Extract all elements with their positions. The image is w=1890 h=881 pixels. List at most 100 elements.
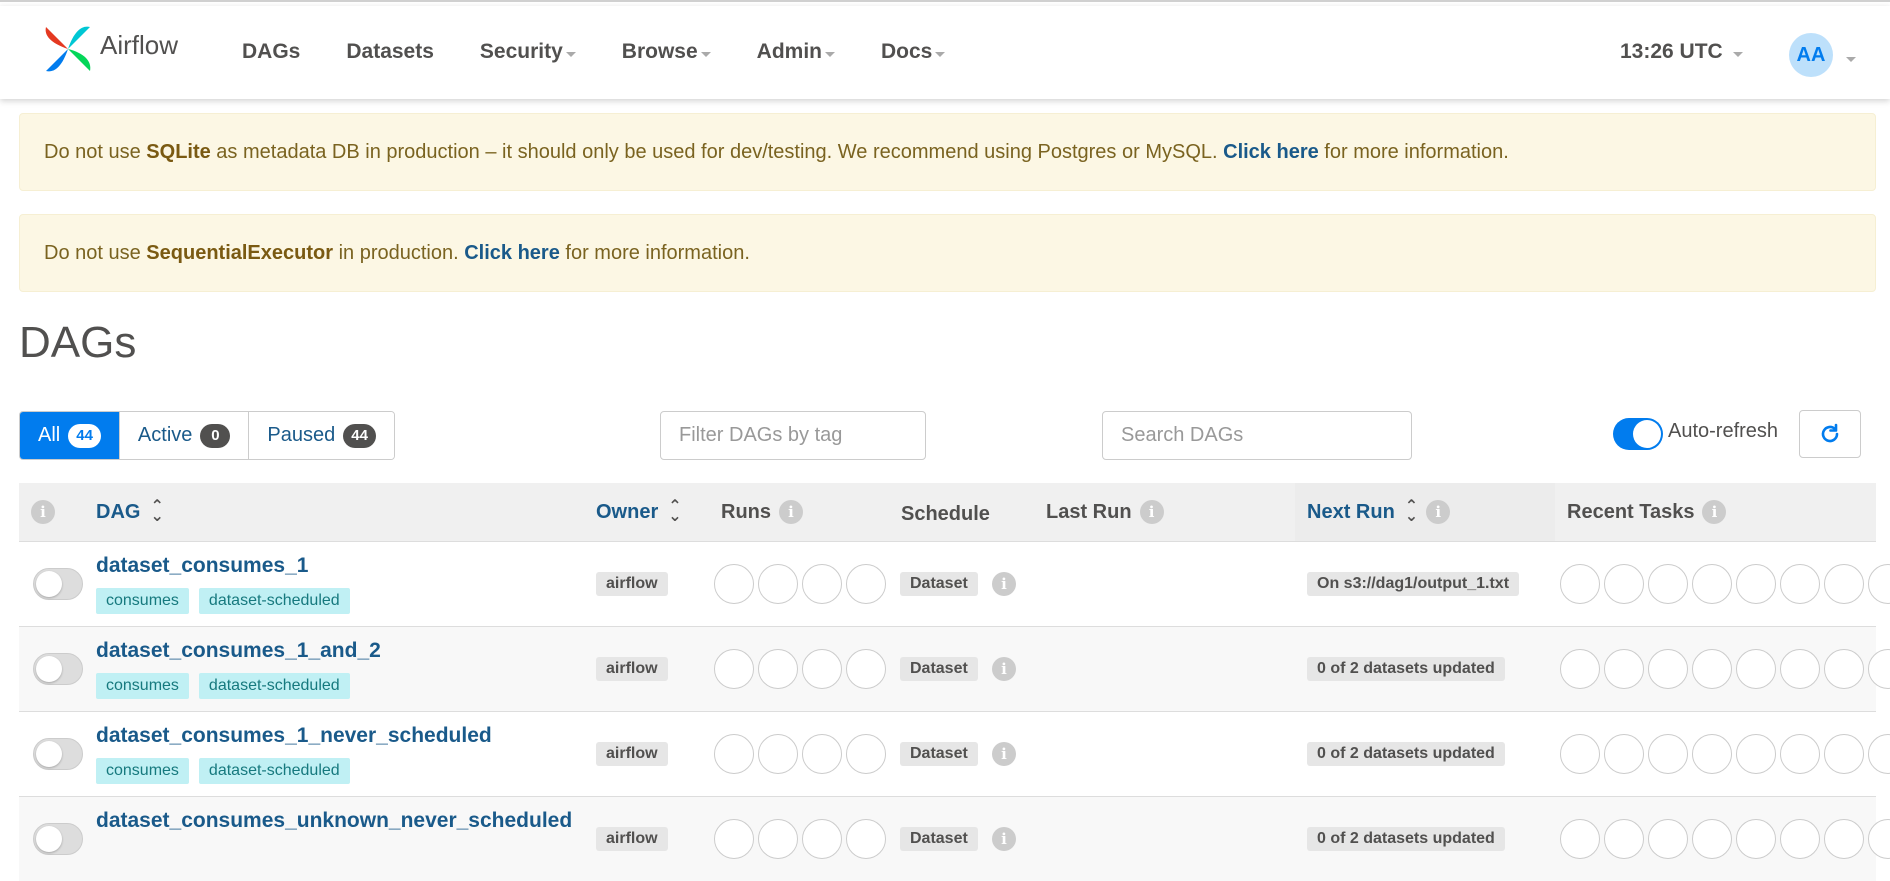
task-state-circle[interactable] xyxy=(1692,649,1732,689)
task-state-circle[interactable] xyxy=(1868,819,1890,859)
status-filter-active[interactable]: Active 0 xyxy=(119,412,250,459)
header-dag[interactable]: DAG ⌃ ⌄ xyxy=(96,483,164,541)
run-state-circle[interactable] xyxy=(802,564,842,604)
task-state-circle[interactable] xyxy=(1692,734,1732,774)
run-state-circle[interactable] xyxy=(714,734,754,774)
nav-docs[interactable]: Docs xyxy=(881,40,946,64)
task-state-circle[interactable] xyxy=(1824,819,1864,859)
info-icon[interactable]: i xyxy=(992,572,1016,596)
pause-toggle[interactable] xyxy=(33,653,83,685)
task-state-circle[interactable] xyxy=(1560,564,1600,604)
run-state-circle[interactable] xyxy=(802,649,842,689)
task-state-circle[interactable] xyxy=(1868,564,1890,604)
dag-link[interactable]: dataset_consumes_1_never_scheduled xyxy=(96,724,492,748)
run-state-circle[interactable] xyxy=(714,649,754,689)
executor-click-here-link[interactable]: Click here xyxy=(464,242,560,265)
nav-admin[interactable]: Admin xyxy=(757,40,835,64)
task-state-circle[interactable] xyxy=(1648,819,1688,859)
tag[interactable]: dataset-scheduled xyxy=(198,758,350,784)
schedule-pill[interactable]: Dataset xyxy=(900,657,978,681)
next-run-pill[interactable]: On s3://dag1/output_1.txt xyxy=(1307,572,1520,596)
task-state-circle[interactable] xyxy=(1604,649,1644,689)
owner-pill[interactable]: airflow xyxy=(596,827,668,851)
run-state-circle[interactable] xyxy=(846,564,886,604)
user-avatar[interactable]: AA xyxy=(1789,33,1833,77)
task-state-circle[interactable] xyxy=(1604,819,1644,859)
task-state-circle[interactable] xyxy=(1824,734,1864,774)
info-icon[interactable]: i xyxy=(992,827,1016,851)
task-state-circle[interactable] xyxy=(1736,734,1776,774)
tag[interactable]: dataset-scheduled xyxy=(198,673,350,699)
pause-toggle[interactable] xyxy=(33,738,83,770)
task-state-circle[interactable] xyxy=(1824,649,1864,689)
run-state-circle[interactable] xyxy=(846,819,886,859)
task-state-circle[interactable] xyxy=(1648,734,1688,774)
task-state-circle[interactable] xyxy=(1560,819,1600,859)
task-state-circle[interactable] xyxy=(1560,649,1600,689)
task-state-circle[interactable] xyxy=(1780,734,1820,774)
refresh-button[interactable] xyxy=(1799,410,1861,458)
next-run-pill[interactable]: 0 of 2 datasets updated xyxy=(1307,827,1505,851)
task-state-circle[interactable] xyxy=(1824,564,1864,604)
task-state-circle[interactable] xyxy=(1780,819,1820,859)
task-state-circle[interactable] xyxy=(1780,649,1820,689)
tag[interactable]: dataset-scheduled xyxy=(198,588,350,614)
schedule-pill[interactable]: Dataset xyxy=(900,572,978,596)
task-state-circle[interactable] xyxy=(1560,734,1600,774)
task-state-circle[interactable] xyxy=(1736,649,1776,689)
owner-pill[interactable]: airflow xyxy=(596,572,668,596)
timezone-dropdown[interactable]: 13:26 UTC xyxy=(1620,40,1743,64)
search-dags-input[interactable] xyxy=(1102,411,1412,460)
owner-pill[interactable]: airflow xyxy=(596,657,668,681)
user-menu-caret-icon[interactable] xyxy=(1846,57,1856,62)
tag-filter-input[interactable] xyxy=(660,411,926,460)
task-state-circle[interactable] xyxy=(1692,819,1732,859)
run-state-circle[interactable] xyxy=(758,734,798,774)
task-state-circle[interactable] xyxy=(1868,734,1890,774)
task-state-circle[interactable] xyxy=(1868,649,1890,689)
nav-datasets[interactable]: Datasets xyxy=(346,40,434,64)
nav-browse[interactable]: Browse xyxy=(622,40,711,64)
run-state-circle[interactable] xyxy=(714,819,754,859)
pause-toggle[interactable] xyxy=(33,823,83,855)
nav-dags[interactable]: DAGs xyxy=(242,40,300,64)
tag[interactable]: consumes xyxy=(96,588,189,614)
tag[interactable]: consumes xyxy=(96,673,189,699)
task-state-circle[interactable] xyxy=(1692,564,1732,604)
brand[interactable]: Airflow xyxy=(40,21,178,77)
pause-toggle[interactable] xyxy=(33,568,83,600)
dag-link[interactable]: dataset_consumes_unknown_never_scheduled xyxy=(96,809,572,833)
next-run-pill[interactable]: 0 of 2 datasets updated xyxy=(1307,657,1505,681)
nav-security[interactable]: Security xyxy=(480,40,576,64)
task-state-circle[interactable] xyxy=(1648,649,1688,689)
task-state-circle[interactable] xyxy=(1604,734,1644,774)
task-state-circle[interactable] xyxy=(1780,564,1820,604)
tag[interactable]: consumes xyxy=(96,758,189,784)
schedule-pill[interactable]: Dataset xyxy=(900,742,978,766)
info-icon[interactable]: i xyxy=(1702,500,1727,524)
status-filter-paused[interactable]: Paused 44 xyxy=(249,412,394,459)
run-state-circle[interactable] xyxy=(802,734,842,774)
task-state-circle[interactable] xyxy=(1604,564,1644,604)
info-icon[interactable]: i xyxy=(1139,500,1164,524)
schedule-pill[interactable]: Dataset xyxy=(900,827,978,851)
run-state-circle[interactable] xyxy=(846,649,886,689)
run-state-circle[interactable] xyxy=(802,819,842,859)
info-icon[interactable]: i xyxy=(992,657,1016,681)
header-next-run[interactable]: Next Run ⌃ ⌄ i xyxy=(1295,483,1555,541)
dag-link[interactable]: dataset_consumes_1_and_2 xyxy=(96,639,381,663)
sqlite-click-here-link[interactable]: Click here xyxy=(1223,141,1319,164)
info-icon[interactable]: i xyxy=(1426,500,1451,524)
task-state-circle[interactable] xyxy=(1736,819,1776,859)
next-run-pill[interactable]: 0 of 2 datasets updated xyxy=(1307,742,1505,766)
auto-refresh-toggle[interactable] xyxy=(1613,418,1663,450)
info-icon[interactable]: i xyxy=(779,500,803,524)
run-state-circle[interactable] xyxy=(758,564,798,604)
status-filter-all[interactable]: All 44 xyxy=(20,412,120,459)
run-state-circle[interactable] xyxy=(846,734,886,774)
dag-link[interactable]: dataset_consumes_1 xyxy=(96,554,308,578)
task-state-circle[interactable] xyxy=(1736,564,1776,604)
run-state-circle[interactable] xyxy=(758,819,798,859)
info-icon[interactable]: i xyxy=(992,742,1016,766)
run-state-circle[interactable] xyxy=(758,649,798,689)
